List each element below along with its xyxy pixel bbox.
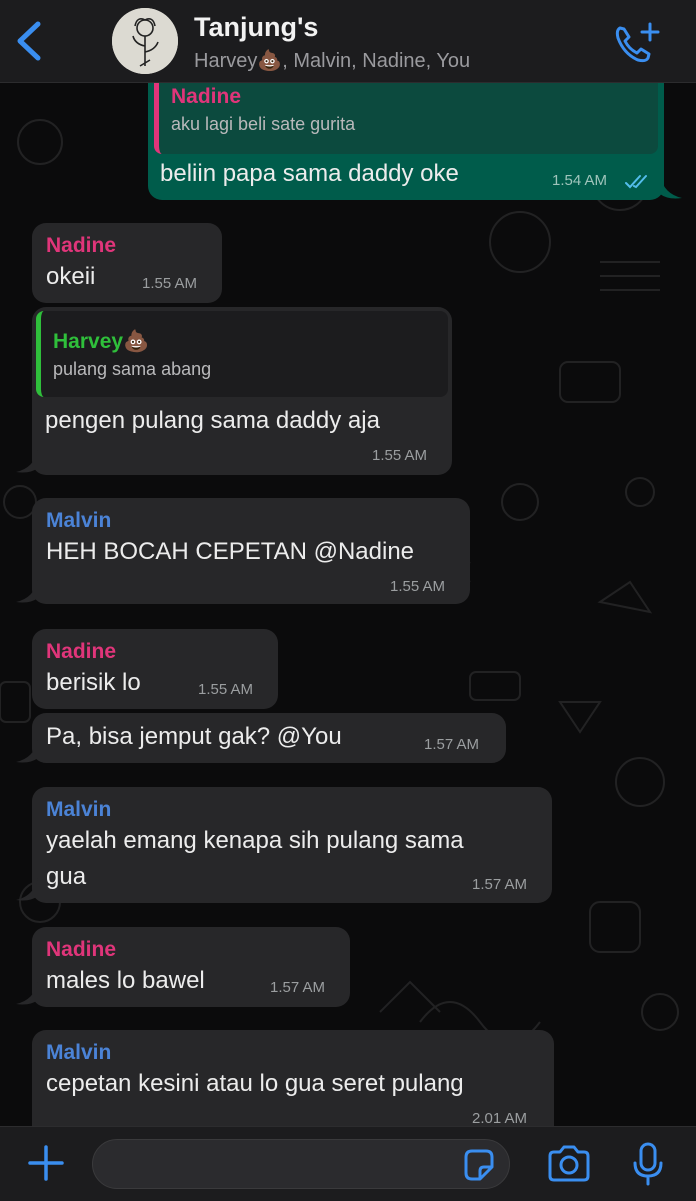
chat-members[interactable]: Harvey💩, Malvin, Nadine, You [194,48,470,73]
double-check-icon [625,175,647,189]
quoted-sender: Harvey💩 [53,330,150,353]
sticker-icon[interactable] [460,1147,496,1183]
bubble-tail [16,740,38,763]
message-bubble-incoming[interactable]: Nadine males lo bawel 1.57 AM [32,927,350,1007]
message-time: 1.55 AM [390,578,446,595]
message-time: 1.55 AM [142,275,198,292]
quoted-sender: Nadine [171,85,242,108]
bubble-tail [660,176,682,199]
message-time: 1.55 AM [372,447,428,464]
message-time: 1.55 AM [198,681,254,698]
message-sender: Nadine [46,234,117,257]
plus-icon[interactable] [26,1143,66,1183]
message-bubble-incoming[interactable]: Pa, bisa jemput gak? @You 1.57 AM [32,713,506,763]
flower-sketch-icon [112,8,178,74]
message-composer [0,1126,696,1201]
quoted-message[interactable]: Harvey💩 pulang sama abang [36,311,448,397]
message-bubble-incoming[interactable]: Nadine berisik lo 1.55 AM [32,629,278,709]
bubble-tail [16,450,38,473]
chat-header: Tanjung's Harvey💩, Malvin, Nadine, You [0,0,696,83]
message-sender: Malvin [46,1041,112,1064]
bubble-tail [16,580,38,603]
quoted-text: aku lagi beli sate gurita [171,114,356,134]
bubble-tail [16,982,38,1005]
add-call-icon[interactable] [610,20,662,64]
message-text: pengen pulang sama daddy aja [45,407,380,434]
microphone-icon[interactable] [630,1141,666,1187]
message-sender: Nadine [46,938,117,961]
chat-title[interactable]: Tanjung's [194,12,318,43]
camera-icon[interactable] [546,1144,592,1184]
message-sender: Malvin [46,798,112,821]
message-time: 1.57 AM [270,979,326,996]
message-text: yaelah emang kenapa sih pulang sama [46,827,464,854]
message-bubble-incoming[interactable]: Malvin cepetan kesini atau lo gua seret … [32,1030,554,1140]
message-input[interactable] [92,1139,510,1189]
bubble-tail [16,878,38,901]
group-avatar[interactable] [112,8,178,74]
message-text: beliin papa sama daddy oke [160,160,459,187]
message-text: HEH BOCAH CEPETAN @Nadine [46,538,415,565]
quoted-text: pulang sama abang [53,359,212,379]
message-time: 1.54 AM [552,172,608,189]
message-time: 1.57 AM [472,876,528,893]
message-bubble-incoming[interactable]: Malvin yaelah emang kenapa sih pulang sa… [32,787,552,903]
back-chevron-icon[interactable] [10,18,50,64]
message-time: 2.01 AM [472,1110,528,1127]
message-bubble-incoming[interactable]: Harvey💩 pulang sama abang pengen pulang … [32,307,452,475]
message-sender: Nadine [46,640,117,663]
message-sender: Malvin [46,509,112,532]
message-time: 1.57 AM [424,736,480,753]
message-text: gua [46,863,87,890]
message-bubble-incoming[interactable]: Malvin HEH BOCAH CEPETAN @Nadine 1.55 AM [32,498,470,604]
message-text: cepetan kesini atau lo gua seret pulang [46,1070,464,1097]
message-bubble-incoming[interactable]: Nadine okeii 1.55 AM [32,223,222,303]
